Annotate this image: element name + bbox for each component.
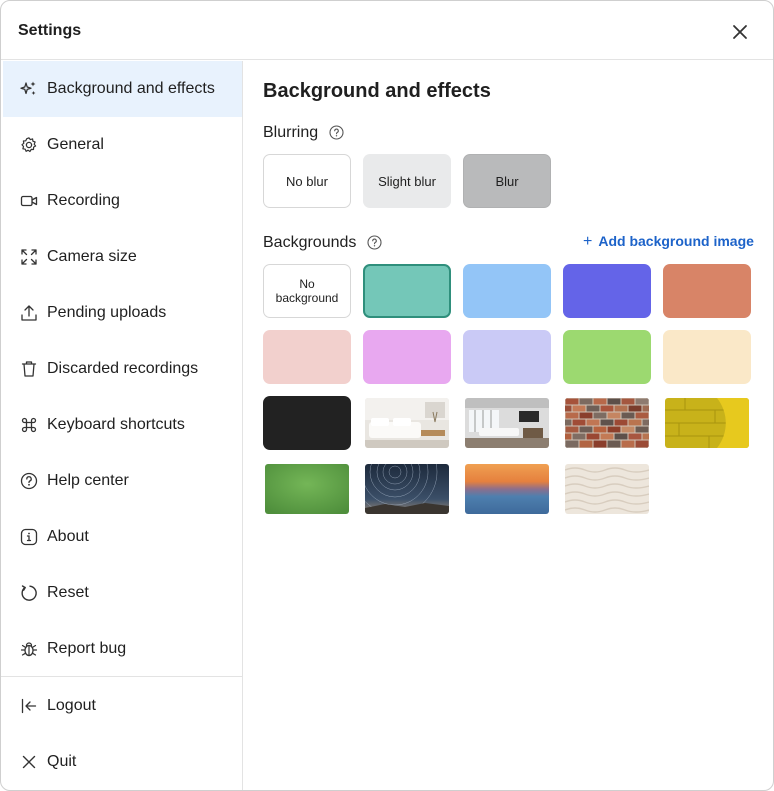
no-blur-button[interactable]: No blur [263, 154, 351, 208]
background-image-green-grass[interactable] [265, 464, 349, 514]
sidebar-item-label: Reset [47, 584, 89, 601]
sidebar-item-label: Discarded recordings [47, 360, 199, 377]
plus-icon: + [583, 233, 593, 250]
video-camera-icon [20, 195, 38, 207]
gear-icon [21, 137, 37, 153]
help-icon[interactable] [329, 125, 344, 140]
sidebar-item-label: Pending uploads [47, 304, 167, 321]
window-title: Settings [18, 22, 82, 39]
close-button[interactable] [727, 19, 753, 45]
sidebar-item-logout[interactable]: Logout [3, 678, 242, 734]
sidebar-item-discarded-recordings[interactable]: Discarded recordings [3, 341, 242, 397]
sidebar-item-reset[interactable]: Reset [3, 565, 242, 621]
no-background-option[interactable]: No background [263, 264, 351, 318]
no-background-label: No background [275, 277, 339, 305]
brick-wall-image [565, 398, 649, 448]
trash-icon [21, 361, 37, 377]
main-panel: Background and effects Blurring No blur … [243, 61, 773, 790]
expand-icon [21, 249, 37, 265]
title-bar: Settings [1, 1, 773, 60]
yellow-wall-image [665, 398, 749, 448]
white-wave-panel-image [565, 464, 649, 514]
sidebar-item-general[interactable]: General [3, 117, 242, 173]
sidebar-item-label: General [47, 136, 104, 153]
color-swatch-teal[interactable] [363, 264, 451, 318]
background-image-yellow-wall[interactable] [665, 398, 749, 448]
add-background-image-link[interactable]: + Add background image [583, 233, 754, 251]
help-icon[interactable] [367, 235, 382, 250]
sidebar-item-recording[interactable]: Recording [3, 173, 242, 229]
sidebar-item-quit[interactable]: Quit [3, 734, 242, 790]
color-swatch-indigo[interactable] [563, 264, 651, 318]
living-room-image [365, 398, 449, 448]
reset-icon [21, 585, 37, 601]
green-grass-image [265, 464, 349, 514]
sidebar-item-label: About [47, 528, 89, 545]
sidebar-item-camera-size[interactable]: Camera size [3, 229, 242, 285]
sidebar-item-keyboard-shortcuts[interactable]: Keyboard shortcuts [3, 397, 242, 453]
command-icon [21, 417, 37, 433]
background-image-white-wave-panel[interactable] [565, 464, 649, 514]
sidebar-item-report-bug[interactable]: Report bug [3, 621, 242, 677]
office-room-image [465, 398, 549, 448]
page-title: Background and effects [263, 80, 491, 102]
background-image-sunset-sea[interactable] [465, 464, 549, 514]
blur-button[interactable]: Blur [463, 154, 551, 208]
sidebar-item-label: Logout [47, 697, 96, 714]
color-swatch-cream[interactable] [663, 330, 751, 384]
color-swatch-green[interactable] [563, 330, 651, 384]
sidebar-item-help-center[interactable]: Help center [3, 453, 242, 509]
slight-blur-button[interactable]: Slight blur [363, 154, 451, 208]
sidebar-item-label: Keyboard shortcuts [47, 416, 185, 433]
sunset-sea-image [465, 464, 549, 514]
sparkles-icon [20, 81, 36, 95]
background-image-living-room[interactable] [365, 398, 449, 448]
background-image-brick-wall[interactable] [565, 398, 649, 448]
sidebar-item-background-and-effects[interactable]: Background and effects [3, 61, 242, 117]
star-trails-image [365, 464, 449, 514]
blurring-label: Blurring [263, 124, 319, 141]
sidebar-item-label: Recording [47, 192, 120, 209]
upload-icon [21, 305, 37, 321]
close-icon [22, 755, 36, 769]
color-swatch-lavender[interactable] [463, 330, 551, 384]
color-swatch-black[interactable] [263, 396, 351, 450]
background-image-star-trails[interactable] [365, 464, 449, 514]
sidebar-divider [1, 676, 242, 677]
close-icon [733, 25, 747, 39]
sidebar-item-label: Help center [47, 472, 129, 489]
backgrounds-label: Backgrounds [263, 234, 357, 251]
sidebar-item-pending-uploads[interactable]: Pending uploads [3, 285, 242, 341]
sidebar-item-label: Camera size [47, 248, 137, 265]
sidebar-item-label: Background and effects [47, 80, 215, 97]
color-swatch-light-blue[interactable] [463, 264, 551, 318]
logout-icon [21, 698, 37, 714]
bug-icon [20, 642, 38, 657]
background-image-office-room[interactable] [465, 398, 549, 448]
color-swatch-pink[interactable] [263, 330, 351, 384]
sidebar-item-label: Quit [47, 753, 77, 770]
sidebar: Background and effects General Recording… [1, 61, 243, 790]
question-circle-icon [20, 472, 38, 490]
info-icon [20, 528, 38, 546]
sidebar-item-about[interactable]: About [3, 509, 242, 565]
settings-window: Settings Background and effects General [0, 0, 774, 791]
sidebar-item-label: Report bug [47, 640, 127, 657]
add-background-image-label: Add background image [598, 233, 754, 249]
color-swatch-orchid[interactable] [363, 330, 451, 384]
color-swatch-terracotta[interactable] [663, 264, 751, 318]
